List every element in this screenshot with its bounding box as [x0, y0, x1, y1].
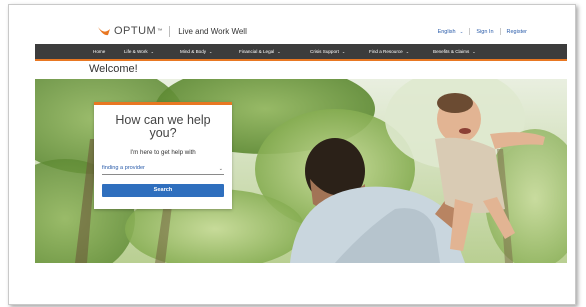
divider: [499, 28, 501, 35]
site-header: OPTUM ™ Live and Work Well English ⌄ Sig…: [9, 5, 575, 44]
search-button[interactable]: Search: [102, 184, 224, 197]
help-search-card: How can we help you? I'm here to get hel…: [94, 102, 232, 209]
chevron-down-icon: ⌄: [277, 49, 281, 54]
card-title: How can we help you?: [115, 113, 211, 140]
nav-item-crisis-support[interactable]: Crisis Support ⌄: [310, 49, 345, 54]
sign-in-link[interactable]: Sign In: [476, 29, 493, 35]
chevron-down-icon: ⌄: [209, 49, 213, 54]
logo-divider: [169, 25, 171, 37]
browser-frame: OPTUM ™ Live and Work Well English ⌄ Sig…: [8, 4, 576, 305]
chevron-down-icon: ⌄: [472, 49, 476, 54]
page-title: Welcome!: [89, 63, 138, 75]
nav-item-label: Home: [93, 49, 106, 54]
nav-item-label: Crisis Support: [310, 49, 339, 54]
nav-item-label: Benefits & Claims: [433, 49, 470, 54]
chevron-down-icon: ⌄: [405, 49, 410, 54]
divider: [469, 28, 471, 35]
logo-trademark: ™: [157, 28, 163, 34]
chevron-down-icon: ⌄: [218, 166, 223, 172]
logo-text: OPTUM: [114, 25, 157, 37]
language-selector[interactable]: English ⌄: [438, 29, 464, 35]
nav-item-mind-body[interactable]: Mind & Body ⌄: [180, 49, 212, 54]
card-subtitle: I'm here to get help with: [130, 149, 196, 156]
nav-item-home[interactable]: Home: [93, 49, 105, 54]
nav-item-benefits-claims[interactable]: Benefits & Claims ⌄: [433, 49, 476, 54]
nav-item-label: Life & Work: [124, 49, 148, 54]
help-topic-select[interactable]: finding a provider ⌄: [102, 163, 224, 175]
nav-item-label: Financial & Legal: [239, 49, 275, 54]
nav-item-label: Find a Resource: [369, 49, 403, 54]
nav-item-label: Mind & Body: [180, 49, 207, 54]
chevron-down-icon: ⌄: [150, 49, 155, 54]
nav-item-financial-legal[interactable]: Financial & Legal ⌄: [239, 49, 281, 54]
select-value: finding a provider: [102, 165, 145, 171]
chevron-down-icon: ⌄: [341, 49, 346, 54]
main-nav: Home Life & Work ⌄ Mind & Body ⌄ Financi…: [35, 44, 567, 61]
tagline: Live and Work Well: [178, 26, 247, 36]
optum-logo-icon: [97, 26, 111, 36]
nav-item-find-resource[interactable]: Find a Resource ⌄: [369, 49, 409, 54]
nav-item-life-work[interactable]: Life & Work ⌄: [124, 49, 154, 54]
language-label: English: [437, 28, 456, 35]
logo[interactable]: OPTUM ™ Live and Work Well: [97, 25, 247, 37]
register-link[interactable]: Register: [507, 29, 527, 35]
chevron-down-icon: ⌄: [459, 28, 464, 34]
utility-links: English ⌄ Sign In Register: [438, 28, 527, 35]
